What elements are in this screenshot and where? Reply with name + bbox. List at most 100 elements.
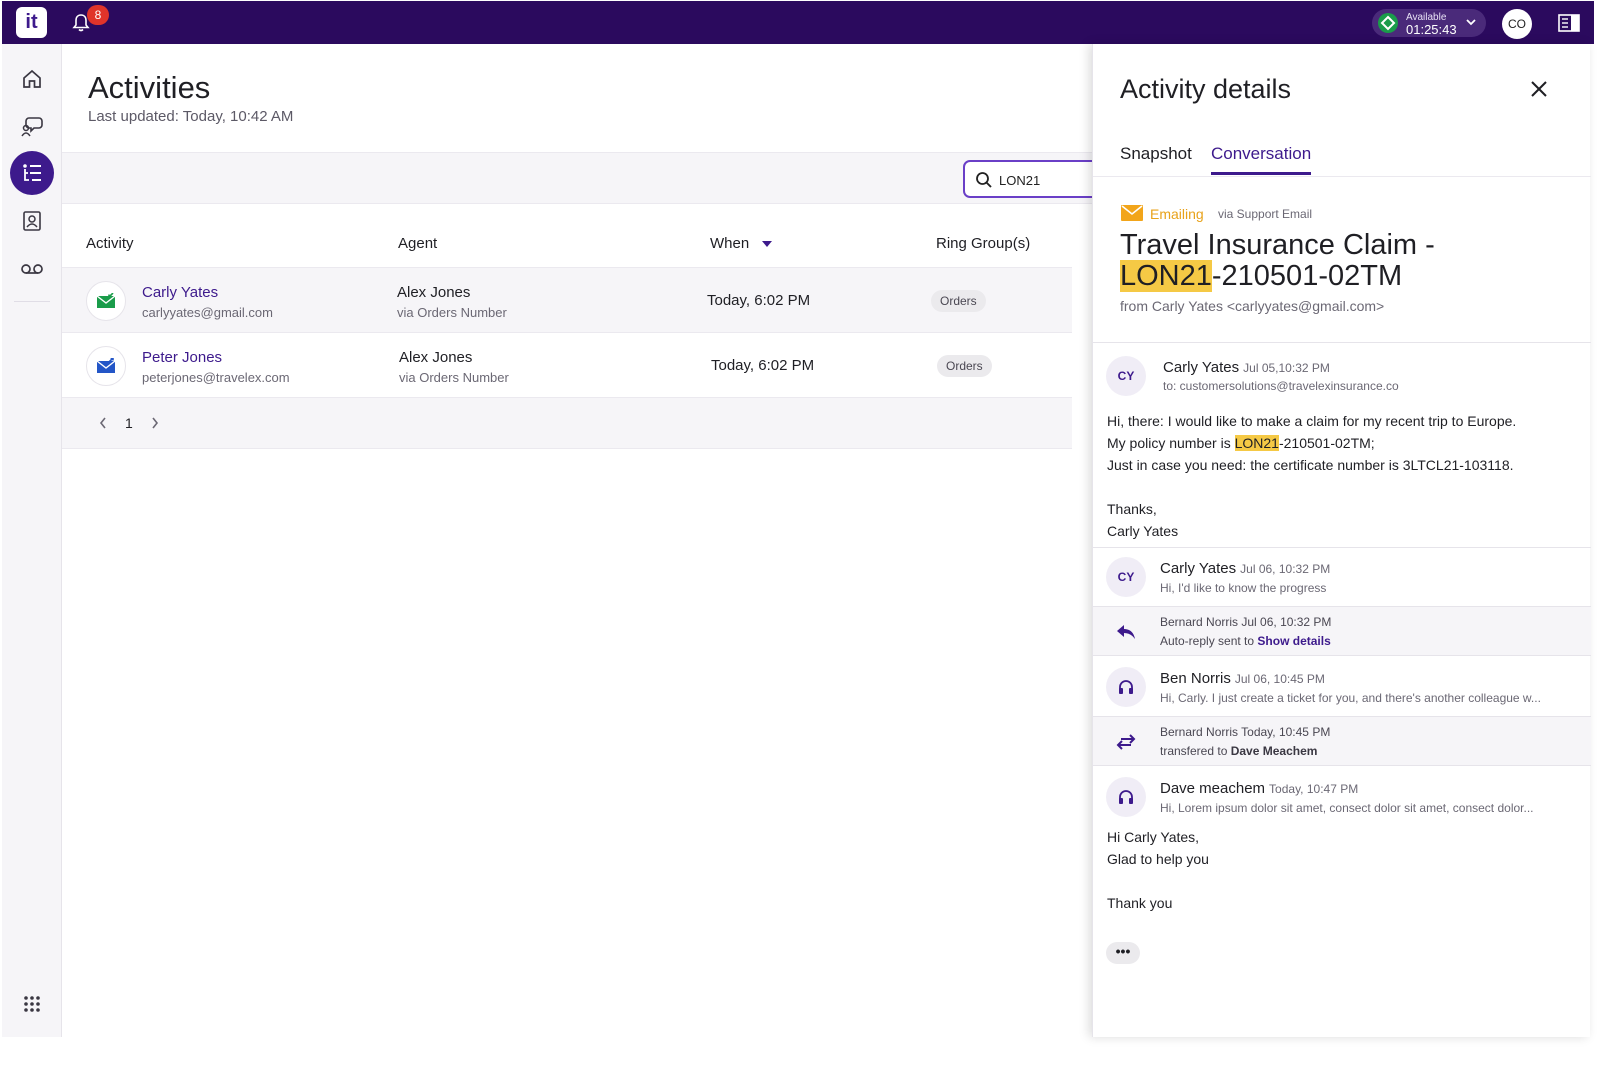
nav-activities[interactable] [10, 151, 54, 195]
author-name: Bernard Norris [1160, 725, 1239, 739]
agent-name: Alex Jones [397, 284, 471, 301]
event-text: transfered to Dave Meachem [1160, 744, 1317, 758]
headset-icon [1119, 790, 1133, 804]
filter-toolbar [62, 152, 1103, 204]
message-time: Jul 06, 10:45 PM [1234, 672, 1325, 686]
message-preview[interactable]: Hi, Lorem ipsum dolor sit amet, consect … [1160, 801, 1568, 815]
current-page[interactable]: 1 [125, 415, 133, 431]
event-text-prefix: transfered to [1160, 744, 1228, 758]
sort-descending-icon[interactable] [762, 241, 772, 247]
show-details-link[interactable]: Show details [1257, 634, 1330, 648]
avatar: CY [1106, 557, 1146, 597]
table-header: Activity Agent When Ring Group(s) [62, 204, 1072, 268]
author-name: Bernard Norris [1160, 615, 1239, 629]
nav-home[interactable] [10, 57, 54, 101]
tab-snapshot[interactable]: Snapshot [1120, 144, 1192, 172]
transfer-event: Bernard Norris Today, 10:45 PM transfere… [1093, 716, 1591, 766]
auto-reply-event: Bernard Norris Jul 06, 10:32 PM Auto-rep… [1093, 606, 1591, 656]
channel-label: Emailing [1150, 206, 1204, 222]
nav-divider [14, 301, 50, 302]
event-text: Auto-reply sent to Show details [1160, 634, 1331, 648]
top-bar: it 8 Available 01:25:43 CO [2, 1, 1594, 44]
body-line: Hi Carly Yates, [1107, 829, 1200, 845]
table-row[interactable]: Carly Yates carlyyates@gmail.com Alex Jo… [62, 268, 1072, 333]
nav-voicemail[interactable] [10, 247, 54, 291]
activity-time: Today, 6:02 PM [707, 292, 811, 309]
contact-name-link[interactable]: Carly Yates [142, 284, 218, 301]
activities-table: Activity Agent When Ring Group(s) Carly … [62, 204, 1072, 449]
nav-contacts[interactable] [10, 199, 54, 243]
message-preview[interactable]: Hi, I'd like to know the progress [1160, 581, 1326, 595]
body-line: Just in case you need: the certificate n… [1107, 457, 1514, 473]
agent-avatar [1106, 667, 1146, 707]
message-time: Jul 05,10:32 PM [1243, 361, 1330, 375]
voicemail-icon [21, 264, 43, 274]
agent-name: Alex Jones [399, 349, 473, 366]
status-timer: 01:25:43 [1406, 22, 1457, 37]
message-author[interactable]: Ben Norris Jul 06, 10:45 PM [1160, 670, 1325, 687]
column-header-when[interactable]: When [710, 235, 749, 252]
column-header-agent[interactable]: Agent [398, 235, 437, 252]
details-title: Activity details [1120, 74, 1292, 104]
chevron-right-icon[interactable] [150, 416, 160, 430]
contact-name-link[interactable]: Peter Jones [142, 349, 222, 366]
agent-avatar [1106, 777, 1146, 817]
tab-conversation[interactable]: Conversation [1211, 144, 1312, 175]
divider [1093, 547, 1591, 548]
chevron-left-icon[interactable] [98, 416, 108, 430]
message-author[interactable]: Carly Yates Jul 06, 10:32 PM [1160, 560, 1330, 577]
email-subject: Travel Insurance Claim - LON21-210501-02T… [1120, 230, 1570, 292]
contacts-icon [23, 211, 41, 231]
apps-grid-icon [24, 996, 40, 1012]
body-line: Carly Yates [1107, 523, 1179, 539]
side-panel-toggle-icon[interactable] [1558, 13, 1580, 33]
subject-suffix: -210501-02TM [1211, 260, 1403, 292]
message-preview[interactable]: Hi, Carly. I just create a ticket for yo… [1160, 691, 1568, 705]
message-body: Hi Carly Yates, Glad to help you Thank y… [1107, 826, 1209, 914]
nav-apps[interactable] [10, 982, 54, 1026]
search-box[interactable] [963, 160, 1103, 198]
show-more-button[interactable]: ••• [1106, 942, 1140, 964]
subject-prefix: Travel Insurance Claim - [1120, 229, 1435, 261]
activity-details-panel: Activity details Snapshot Conversation E… [1092, 44, 1591, 1037]
nav-conversations[interactable] [10, 104, 54, 148]
available-status-icon [1378, 13, 1398, 33]
ring-group-chip: Orders [931, 290, 986, 312]
author-name: Carly Yates [1160, 560, 1237, 577]
message-author[interactable]: Dave meachem Today, 10:47 PM [1160, 780, 1358, 797]
outgoing-email-icon [86, 346, 126, 386]
email-icon [1121, 205, 1143, 221]
ring-group-chip: Orders [937, 355, 992, 377]
event-author: Bernard Norris Today, 10:45 PM [1160, 725, 1330, 739]
column-header-ring-groups[interactable]: Ring Group(s) [936, 235, 1030, 252]
user-avatar[interactable]: CO [1502, 9, 1532, 39]
last-updated-text: Last updated: Today, 10:42 AM [88, 108, 294, 125]
left-nav [2, 44, 62, 1037]
table-row[interactable]: Peter Jones peterjones@travelex.com Alex… [62, 333, 1072, 398]
home-icon [23, 69, 41, 88]
body-line: Glad to help you [1107, 851, 1209, 867]
message-recipient: to: customersolutions@travelexinsurance.… [1163, 379, 1399, 393]
activities-icon [23, 164, 41, 181]
subject-search-highlight: LON21 [1120, 260, 1212, 292]
availability-status-dropdown[interactable]: Available 01:25:43 [1372, 9, 1486, 37]
message-time: Today, 10:47 PM [1269, 782, 1359, 796]
search-input[interactable] [999, 170, 1089, 190]
body-line: Hi, there: I would like to make a claim … [1107, 413, 1517, 429]
notification-count-badge: 8 [87, 5, 109, 25]
chevron-down-icon [1466, 19, 1476, 26]
incoming-email-icon [86, 281, 126, 321]
app-logo[interactable]: it [16, 7, 47, 38]
page-header: Activities Last updated: Today, 10:42 AM [62, 44, 1092, 152]
transfer-target: Dave Meachem [1230, 744, 1318, 758]
contact-email: carlyyates@gmail.com [142, 305, 273, 320]
close-icon[interactable] [1529, 79, 1549, 99]
message-time: Jul 06, 10:32 PM [1240, 562, 1331, 576]
body-search-highlight: LON21 [1234, 435, 1279, 451]
body-line-prefix: My policy number is [1107, 435, 1235, 451]
tabs-divider [1093, 176, 1591, 177]
event-author: Bernard Norris Jul 06, 10:32 PM [1160, 615, 1331, 629]
column-header-activity[interactable]: Activity [86, 235, 134, 252]
headset-icon [1119, 680, 1133, 694]
